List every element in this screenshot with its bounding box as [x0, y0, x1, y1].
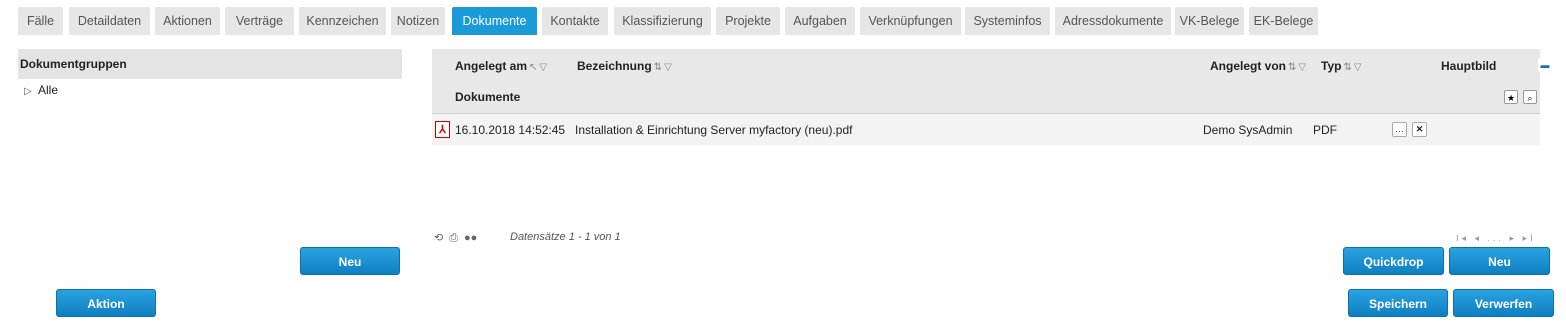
tab-kontakte[interactable]: Kontakte: [542, 7, 608, 35]
tab-kennzeichen[interactable]: Kennzeichen: [299, 7, 386, 35]
print-icon[interactable]: ⎙: [449, 232, 458, 244]
favorite-icon[interactable]: ★: [1504, 90, 1518, 104]
action-button[interactable]: Aktion: [56, 289, 156, 317]
table-row[interactable]: ⅄ 16.10.2018 14:52:45 Installation & Ein…: [432, 114, 1540, 145]
tab-klassifizierung[interactable]: Klassifizierung: [614, 7, 711, 35]
tab-faelle[interactable]: Fälle: [18, 7, 63, 35]
sort-icon[interactable]: ⇅: [1343, 62, 1351, 73]
cell-created-by: Demo SysAdmin: [1203, 123, 1293, 137]
settings-dots-icon[interactable]: ●●: [464, 232, 477, 244]
column-header-name[interactable]: Bezeichnung ⇅ ▽: [577, 59, 672, 73]
sort-icon[interactable]: ⇅: [1288, 62, 1296, 73]
tab-systeminfos[interactable]: Systeminfos: [965, 7, 1050, 35]
filter-icon[interactable]: ▽: [1354, 62, 1362, 73]
group-label-documents: Dokumente: [455, 90, 521, 104]
quickdrop-button[interactable]: Quickdrop: [1343, 247, 1444, 275]
grid-footer-tools: ⟲ ⎙ ●●: [434, 231, 483, 245]
refresh-icon[interactable]: ⟲: [434, 232, 443, 244]
expand-triangle-icon[interactable]: ▷: [24, 84, 38, 100]
tab-aktionen[interactable]: Aktionen: [155, 7, 220, 35]
cell-name[interactable]: Installation & Einrichtung Server myfact…: [575, 123, 852, 137]
column-header-main-image[interactable]: Hauptbild: [1441, 59, 1496, 73]
sort-icon[interactable]: ⇅: [654, 62, 662, 73]
more-options-button[interactable]: …: [1392, 122, 1407, 137]
tab-verknuepfungen[interactable]: Verknüpfungen: [860, 7, 961, 35]
tab-notizen[interactable]: Notizen: [391, 7, 445, 35]
tab-vertraege[interactable]: Verträge: [225, 7, 294, 35]
column-header-created-at[interactable]: Angelegt am ↖ ▽: [455, 59, 547, 73]
filter-icon[interactable]: ▽: [664, 62, 672, 73]
sort-icon[interactable]: ↖: [529, 62, 537, 73]
document-groups-header: Dokumentgruppen: [18, 49, 402, 79]
pdf-file-icon: ⅄: [435, 121, 450, 138]
delete-icon[interactable]: ✕: [1412, 122, 1427, 137]
pagination[interactable]: I◂ ◂ ... ▸ ▸I: [1456, 233, 1536, 244]
tab-dokumente[interactable]: Dokumente: [452, 7, 537, 35]
column-chooser-icon[interactable]: ▬: [1538, 58, 1552, 72]
tree-item-label: Alle: [38, 83, 59, 97]
cell-created-at: 16.10.2018 14:52:45: [455, 123, 566, 137]
filter-icon[interactable]: ▽: [539, 62, 547, 73]
new-document-button[interactable]: Neu: [1449, 247, 1550, 275]
tab-projekte[interactable]: Projekte: [716, 7, 780, 35]
search-icon[interactable]: ⌕: [1523, 90, 1537, 104]
cell-type: PDF: [1313, 123, 1337, 137]
record-count: Datensätze 1 - 1 von 1: [510, 231, 621, 243]
discard-button[interactable]: Verwerfen: [1453, 289, 1554, 317]
tab-ek-belege[interactable]: EK-Belege: [1249, 7, 1318, 35]
column-header-created-by[interactable]: Angelegt von ⇅ ▽: [1210, 59, 1306, 73]
tab-detaildaten[interactable]: Detaildaten: [69, 7, 150, 35]
tab-vk-belege[interactable]: VK-Belege: [1175, 7, 1244, 35]
tab-aufgaben[interactable]: Aufgaben: [785, 7, 855, 35]
column-header-type[interactable]: Typ ⇅ ▽: [1321, 59, 1362, 73]
tree-item-alle[interactable]: ▷ Alle: [24, 82, 58, 98]
save-button[interactable]: Speichern: [1348, 289, 1448, 317]
grid-header: Angelegt am ↖ ▽ Bezeichnung ⇅ ▽ Angelegt von…: [432, 49, 1552, 114]
tab-adressdokumente[interactable]: Adressdokumente: [1055, 7, 1171, 35]
filter-icon[interactable]: ▽: [1298, 62, 1306, 73]
new-group-button[interactable]: Neu: [300, 247, 400, 275]
